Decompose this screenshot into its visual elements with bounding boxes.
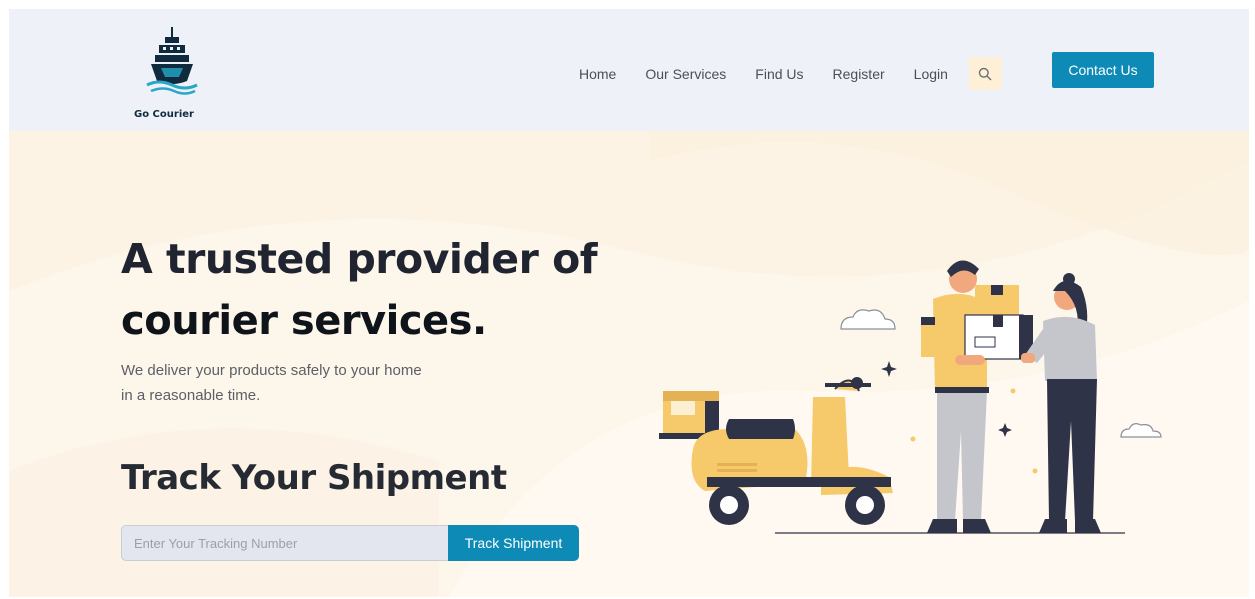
delivery-illustration xyxy=(659,260,1162,534)
nav-register[interactable]: Register xyxy=(833,66,885,82)
sparkle-icon xyxy=(998,423,1012,437)
search-button[interactable] xyxy=(968,57,1002,90)
page: Go Courier Home Our Services Find Us Reg… xyxy=(0,0,1255,599)
logo[interactable]: Go Courier xyxy=(127,25,217,125)
headline-line-2: courier services. xyxy=(121,298,487,344)
nav-our-services[interactable]: Our Services xyxy=(645,66,726,82)
headline-line-1: A trusted provider of xyxy=(121,235,598,283)
track-form: Track Shipment xyxy=(121,525,579,561)
nav-find-us[interactable]: Find Us xyxy=(755,66,803,82)
customer-person-illustration xyxy=(1021,273,1101,533)
site-frame: Go Courier Home Our Services Find Us Reg… xyxy=(9,9,1249,597)
nav-home[interactable]: Home xyxy=(579,66,616,82)
cloud-icon xyxy=(1120,423,1162,438)
ship-logo-icon xyxy=(146,27,198,95)
logo-text: Go Courier xyxy=(134,109,194,120)
track-title: Track Your Shipment xyxy=(121,458,507,498)
hero-section: A trusted provider of courier services. … xyxy=(9,131,1249,597)
scooter-illustration xyxy=(659,377,893,525)
search-icon xyxy=(979,67,992,80)
courier-person-illustration xyxy=(921,260,1033,533)
main-nav: Home Our Services Find Us Register Login xyxy=(579,57,1024,90)
site-header: Go Courier Home Our Services Find Us Reg… xyxy=(9,9,1249,131)
tracking-number-input[interactable] xyxy=(121,525,448,561)
contact-us-button[interactable]: Contact Us xyxy=(1052,52,1154,88)
sparkle-icon xyxy=(881,361,897,377)
nav-login[interactable]: Login xyxy=(914,66,948,82)
hero-subtext: We deliver your products safely to your … xyxy=(121,362,422,404)
track-shipment-button[interactable]: Track Shipment xyxy=(448,525,579,561)
cloud-icon xyxy=(840,309,896,330)
